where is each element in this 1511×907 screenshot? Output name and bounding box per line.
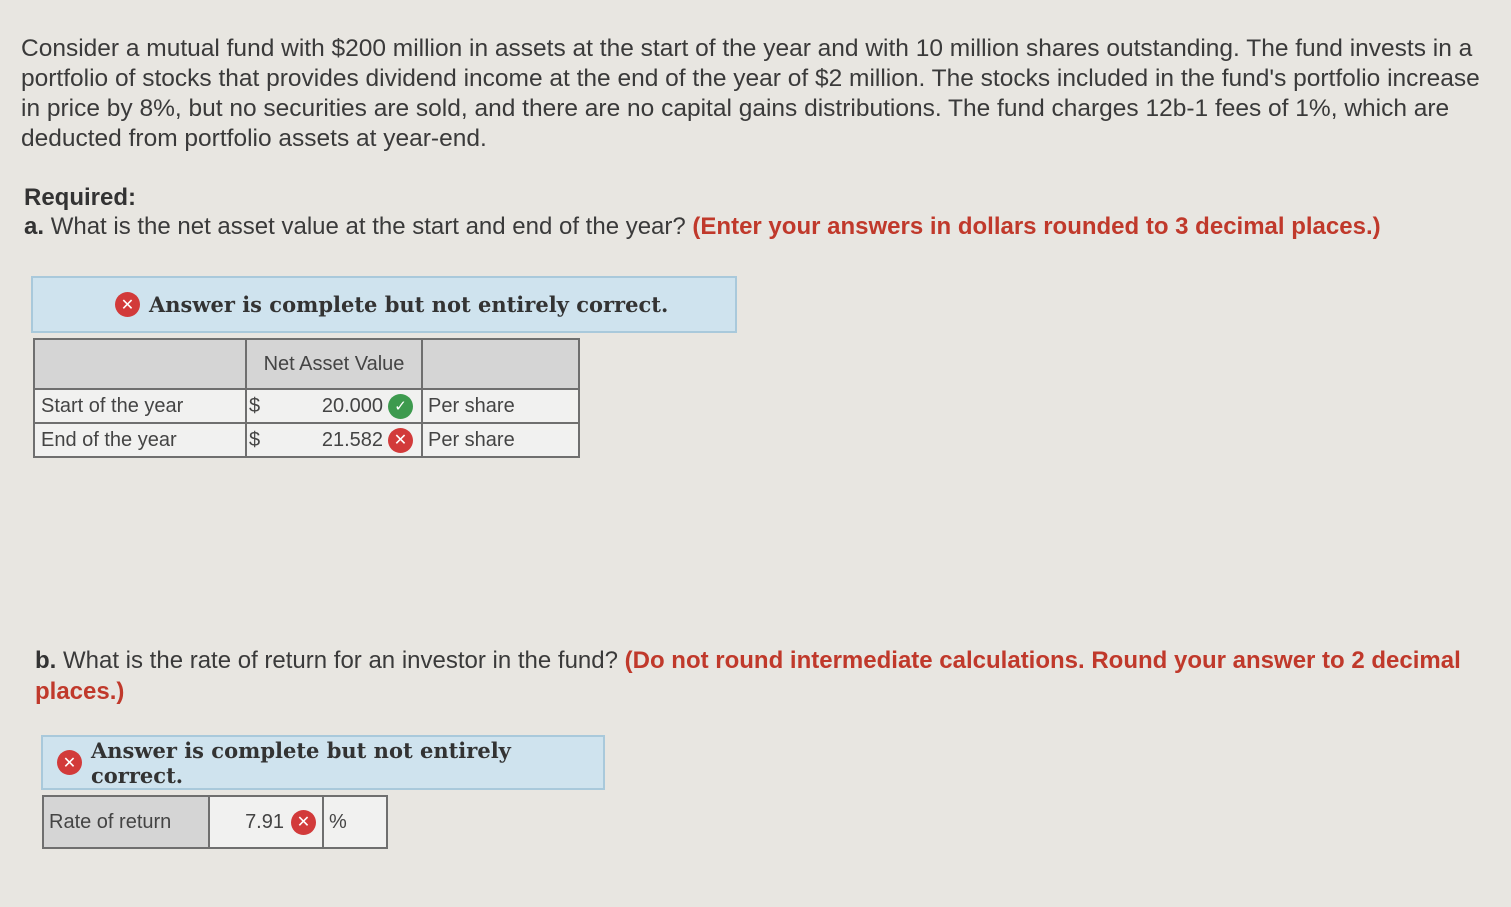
question-b-label: b.: [35, 647, 57, 674]
header-net-asset-value: Net Asset Value: [245, 338, 423, 390]
x-icon: ✕: [115, 292, 140, 317]
row-label-start: Start of the year: [33, 388, 247, 424]
currency-symbol: $: [249, 394, 261, 417]
percent-unit: %: [322, 795, 388, 849]
banner-b-text: Answer is complete but not entirely corr…: [91, 737, 511, 788]
table-header-row: Net Asset Value: [33, 338, 580, 390]
start-value-cell[interactable]: $ 20.000 ✓: [245, 388, 423, 424]
end-value-cell[interactable]: $ 21.582 ✕: [245, 422, 423, 458]
question-b-text: What is the rate of return for an invest…: [63, 647, 618, 674]
question-a-text: What is the net asset value at the start…: [50, 213, 686, 240]
answer-feedback-banner-a: ✕ Answer is complete but not entirely co…: [31, 276, 737, 333]
required-heading: Required:: [24, 184, 137, 211]
question-a-instruction: (Enter your answers in dollars rounded t…: [692, 213, 1381, 240]
net-asset-value-table: Net Asset Value Start of the year $ 20.0…: [33, 338, 580, 458]
row-unit-end: Per share: [421, 422, 580, 458]
question-a-label: a.: [24, 213, 45, 240]
problem-text: Consider a mutual fund with $200 million…: [21, 35, 1480, 152]
check-icon: ✓: [388, 393, 413, 419]
question-a: a. What is the net asset value at the st…: [24, 212, 1381, 242]
table-row: End of the year $ 21.582 ✕ Per share: [33, 422, 580, 458]
header-blank-3: [421, 338, 580, 390]
start-nav-value[interactable]: 20.000: [319, 395, 383, 418]
rate-of-return-cell[interactable]: 7.91 ✕: [208, 795, 324, 849]
answer-feedback-banner-b: ✕ Answer is complete but not entirely co…: [41, 735, 605, 790]
table-row: Rate of return 7.91 ✕ %: [42, 795, 388, 849]
x-icon: ✕: [57, 750, 82, 775]
header-blank-1: [33, 338, 247, 390]
end-nav-value[interactable]: 21.582: [319, 429, 383, 452]
row-label-end: End of the year: [33, 422, 247, 458]
x-icon: ✕: [388, 427, 413, 453]
currency-symbol: $: [249, 428, 261, 451]
question-b: b. What is the rate of return for an inv…: [35, 645, 1485, 707]
row-unit-start: Per share: [421, 388, 580, 424]
rate-of-return-table: Rate of return 7.91 ✕ %: [42, 795, 388, 849]
banner-a-text: Answer is complete but not entirely corr…: [149, 292, 669, 317]
rate-of-return-value[interactable]: 7.91: [245, 811, 284, 834]
table-row: Start of the year $ 20.000 ✓ Per share: [33, 388, 580, 424]
rate-of-return-label: Rate of return: [42, 795, 210, 849]
x-icon: ✕: [291, 809, 316, 835]
